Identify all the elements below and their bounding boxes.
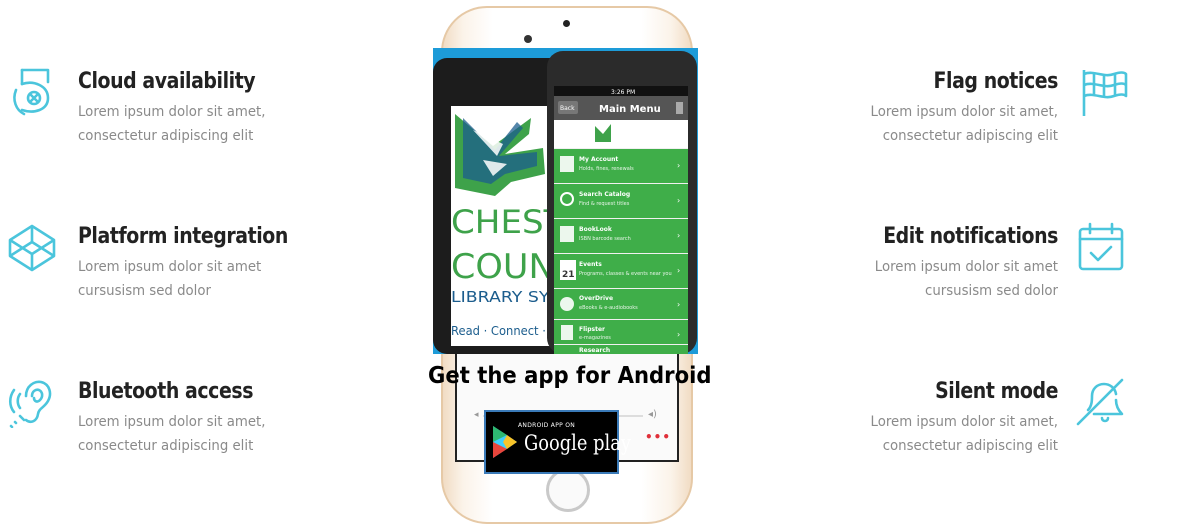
cloud-5-icon [8, 66, 60, 118]
checkered-flag-icon [1078, 66, 1130, 118]
description-line: consectetur adipiscing elit [78, 438, 254, 454]
menu-item-label: Events [579, 261, 602, 268]
description-line: Lorem ipsum dolor sit amet [78, 259, 262, 275]
menu-row: My Account Holds, fines, renewals › [554, 149, 688, 183]
feature-description: Lorem ipsum dolor sit amet cursusism sed… [78, 255, 392, 303]
svg-text:›: › [677, 330, 680, 339]
menu-item-label: My Account [579, 156, 618, 163]
description-line: Lorem ipsum dolor sit amet, [870, 104, 1058, 120]
feature-description: Lorem ipsum dolor sit amet, consectetur … [745, 410, 1058, 458]
feature-cloud-availability: Cloud availability Lorem ipsum dolor sit… [78, 68, 408, 148]
description-line: consectetur adipiscing elit [882, 438, 1058, 454]
menu-item-label: Search Catalog [579, 191, 630, 198]
svg-text:›: › [677, 266, 680, 275]
description-line: cursusism sed dolor [925, 283, 1058, 299]
more-dots-icon: ••• [645, 430, 672, 444]
feature-platform-integration: Platform integration Lorem ipsum dolor s… [78, 223, 408, 303]
menu-item-label: Flipster [579, 326, 605, 333]
feature-edit-notifications: Edit notifications Lorem ipsum dolor sit… [728, 223, 1059, 303]
feature-description: Lorem ipsum dolor sit amet, consectetur … [78, 410, 392, 458]
front-phone-time: 3:26 PM [611, 89, 635, 96]
svg-text:›: › [677, 231, 680, 240]
google-play-icon [493, 426, 517, 458]
description-line: consectetur adipiscing elit [882, 128, 1058, 144]
volume-low-icon: ◂ [474, 410, 479, 420]
feature-silent-mode: Silent mode Lorem ipsum dolor sit amet, … [728, 378, 1059, 458]
description-line: Lorem ipsum dolor sit amet, [78, 104, 266, 120]
menu-item-sub: eBooks & e-audiobooks [579, 305, 638, 311]
bell-off-icon [1074, 376, 1126, 428]
menu-item-sub: Find & request titles [579, 201, 630, 207]
menu-item-label: BookLook [579, 226, 613, 233]
svg-text:›: › [677, 300, 680, 309]
google-play-badge-button[interactable]: ANDROID APP ON Google play [484, 410, 631, 474]
menu-row: BookLook ISBN barcode search › [554, 219, 688, 253]
badge-small-text: ANDROID APP ON [518, 422, 576, 429]
menu-item-label: Research [579, 347, 610, 354]
phone-speaker [563, 20, 570, 27]
svg-text:›: › [677, 161, 680, 170]
menu-row: OverDrive eBooks & e-audiobooks › [554, 289, 688, 319]
description-line: Lorem ipsum dolor sit amet, [78, 414, 266, 430]
menu-item-sub: e-magazines [579, 335, 611, 341]
description-line: consectetur adipiscing elit [78, 128, 254, 144]
codepen-cube-icon [6, 222, 58, 274]
app-screenshot-image: CHESTE COUNT LIBRARY SYST Read · Connect… [433, 48, 698, 354]
front-phone-title: Main Menu [599, 104, 661, 115]
description-line: Lorem ipsum dolor sit amet, [870, 414, 1058, 430]
feature-description: Lorem ipsum dolor sit amet cursusism sed… [745, 255, 1058, 303]
hearing-ear-icon [6, 376, 58, 429]
feature-title: Platform integration [78, 224, 288, 249]
feature-title: Cloud availability [78, 69, 256, 94]
phone-home-button [546, 468, 590, 512]
feature-title: Flag notices [933, 69, 1059, 94]
feature-description: Lorem ipsum dolor sit amet, consectetur … [745, 100, 1058, 148]
menu-row: 21 Events Programs, classes & events nea… [554, 254, 688, 288]
description-line: cursusism sed dolor [78, 283, 211, 299]
menu-item-sub: Programs, classes & events near you [579, 271, 672, 277]
menu-item-sub: Holds, fines, renewals [579, 166, 634, 172]
front-phone-back: Back [560, 105, 575, 112]
description-line: Lorem ipsum dolor sit amet [874, 259, 1058, 275]
feature-bluetooth-access: Bluetooth access Lorem ipsum dolor sit a… [78, 378, 408, 458]
menu-row: Search Catalog Find & request titles › [554, 184, 688, 218]
events-day-number: 21 [562, 270, 575, 280]
menu-row: Research [554, 345, 688, 354]
calendar-check-icon [1075, 220, 1127, 272]
menu-item-sub: ISBN barcode search [579, 236, 631, 242]
feature-title: Edit notifications [883, 224, 1058, 249]
svg-text:›: › [677, 196, 680, 205]
menu-row: Flipster e-magazines › [554, 320, 688, 344]
menu-item-label: OverDrive [579, 295, 613, 302]
phone-camera [524, 35, 532, 43]
feature-title: Silent mode [935, 379, 1058, 404]
feature-title: Bluetooth access [78, 379, 254, 404]
badge-big-text: Google play [524, 431, 631, 455]
volume-high-icon: ◂) [648, 409, 657, 420]
feature-description: Lorem ipsum dolor sit amet, consectetur … [78, 100, 392, 148]
get-app-heading: Get the app for Android [428, 363, 712, 389]
feature-flag-notices: Flag notices Lorem ipsum dolor sit amet,… [728, 68, 1059, 148]
